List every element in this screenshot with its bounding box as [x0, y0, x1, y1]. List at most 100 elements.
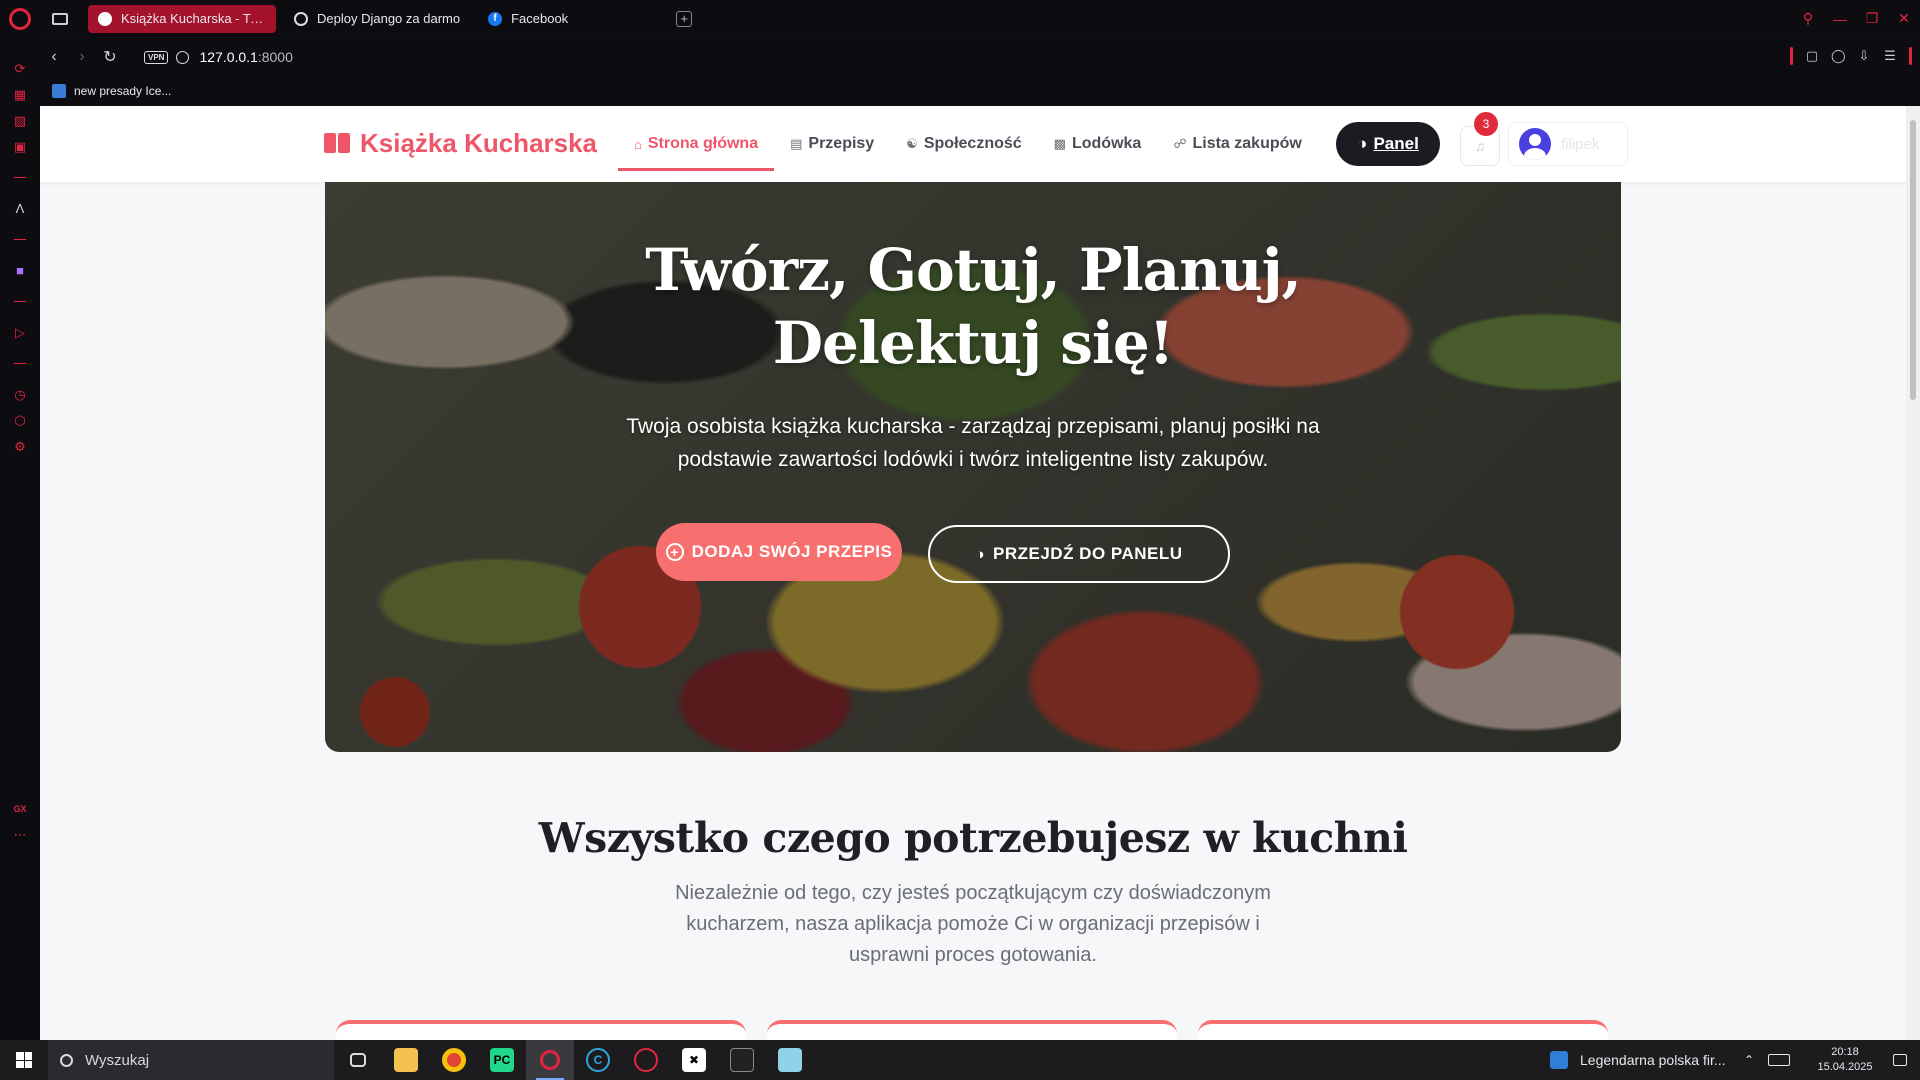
go-to-panel-label: PRZEJDŹ DO PANELU [993, 544, 1183, 563]
aria-icon[interactable]: ⟳ [12, 61, 28, 77]
workspaces-icon[interactable] [52, 12, 68, 25]
chrome-icon [442, 1048, 466, 1072]
news-widget[interactable]: Legendarna polska fir... [1550, 1040, 1726, 1080]
history-icon[interactable]: ◷ [12, 387, 28, 403]
browser-tab-bar: Książka Kucharska - Twoja Deploy Django … [0, 0, 1920, 37]
back-button[interactable]: ‹ [40, 48, 68, 66]
book-icon: ▤ [790, 136, 803, 151]
search-placeholder: Wyszukaj [85, 1051, 150, 1069]
download-icon[interactable]: ⇩ [1857, 48, 1871, 64]
url-field[interactable]: 127.0.0.1:8000 [199, 49, 292, 65]
nav-przepisy[interactable]: ▤ Przepisy [774, 106, 890, 182]
taskbar-cursor[interactable]: C [574, 1040, 622, 1080]
search-icon [60, 1053, 73, 1067]
features-subtitle: Niezależnie od tego, czy jesteś początku… [675, 882, 1271, 966]
new-tab-button[interactable]: + [676, 10, 693, 27]
scrollbar-thumb[interactable] [1910, 120, 1916, 400]
vpn-badge[interactable]: VPN [144, 50, 169, 64]
taskbar-app-red[interactable] [622, 1040, 670, 1080]
extensions-cube-icon[interactable]: ▢ [1805, 48, 1819, 64]
browser-sidebar: ⟳ ▦ ▧ ▣ Λ ■ ▷ ◷ ⬡ ⚙ GX ⋯ [0, 37, 40, 1040]
page-scrollbar[interactable] [1906, 106, 1920, 1040]
messenger-icon[interactable]: ▣ [12, 139, 28, 155]
address-bar: ‹ › ↻ VPN 127.0.0.1:8000 ▢ ◯ ⇩ ☰ [40, 38, 1920, 76]
site-brand[interactable]: Książka Kucharska [324, 128, 597, 159]
feature-card [767, 1020, 1177, 1040]
user-menu[interactable]: filipek [1508, 122, 1628, 166]
sidebar-divider [14, 301, 26, 302]
accent-bar [1909, 47, 1912, 65]
folder-icon [394, 1048, 418, 1072]
task-view-button[interactable] [334, 1040, 382, 1080]
nav-lodowka[interactable]: ▩ Lodówka [1038, 106, 1158, 182]
forward-button[interactable]: › [68, 48, 96, 66]
globe-icon [98, 11, 112, 26]
nav-label: Lodówka [1071, 135, 1142, 152]
panel-button[interactable]: ◑ Panel [1336, 122, 1440, 166]
nav-lista-zakupow[interactable]: ☍ Lista zakupów [1157, 106, 1318, 182]
tab-deploy-django[interactable]: Deploy Django za darmo [284, 5, 470, 33]
bookmark-item[interactable]: new presady Ice... [74, 84, 171, 98]
shopping-icon[interactable]: ▦ [12, 87, 28, 103]
taskbar-chrome[interactable] [430, 1040, 478, 1080]
taskbar-search[interactable]: Wyszukaj [48, 1040, 334, 1080]
taskbar-capcut[interactable]: ✖ [670, 1040, 718, 1080]
easy-setup-icon[interactable]: ☰ [1883, 48, 1897, 64]
chevron-up-icon[interactable]: ⌃ [1744, 1053, 1754, 1067]
app-red-icon [634, 1048, 658, 1072]
search-tabs-icon[interactable]: ⚲ [1792, 10, 1824, 27]
tab-label: Facebook [511, 11, 569, 26]
taskbar-file-explorer[interactable] [382, 1040, 430, 1080]
close-button[interactable]: ✕ [1888, 10, 1920, 27]
epic-games-icon [730, 1048, 754, 1072]
windows-logo-icon [16, 1052, 32, 1068]
go-to-panel-button[interactable]: ◑ PRZEJDŹ DO PANELU [928, 525, 1230, 583]
more-icon[interactable]: ⋯ [12, 827, 28, 843]
globe-icon [294, 11, 308, 26]
taskbar-epic[interactable] [718, 1040, 766, 1080]
sidebar-divider [14, 363, 26, 364]
nav-spolecznosc[interactable]: ☯ Społeczność [890, 106, 1037, 182]
profile-icon[interactable]: ◯ [1831, 48, 1846, 64]
tab-label: Deploy Django za darmo [317, 11, 461, 26]
minimize-button[interactable]: — [1824, 11, 1856, 27]
pinboard-icon[interactable]: ▧ [12, 113, 28, 129]
keyboard-icon[interactable] [1768, 1054, 1790, 1066]
player-icon[interactable]: ▷ [12, 325, 28, 341]
plus-circle-icon: + [665, 543, 684, 561]
settings-gear-icon[interactable]: ⚙ [12, 439, 28, 455]
dashboard-icon: ◑ [975, 545, 985, 563]
notes-icon [778, 1048, 802, 1072]
notification-center-button[interactable] [1880, 1040, 1920, 1080]
nav-strona-glowna[interactable]: ⌂ Strona główna [618, 106, 775, 182]
basket-icon: ▩ [1053, 136, 1066, 151]
hero-title-line: Twórz, Gotuj, Planuj, [645, 236, 1302, 304]
chatgpt-icon[interactable]: Λ [12, 201, 28, 217]
restore-button[interactable]: ❐ [1856, 10, 1888, 27]
twitch-icon[interactable]: ■ [12, 263, 28, 279]
web-page: Książka Kucharska ⌂ Strona główna ▤ Prze… [40, 106, 1906, 1040]
taskbar-opera-gx[interactable] [526, 1040, 574, 1080]
reload-button[interactable]: ↻ [96, 47, 124, 67]
tab-ksiazka-kucharska[interactable]: Książka Kucharska - Twoja [88, 4, 276, 33]
username: filipek [1561, 135, 1600, 153]
gx-icon[interactable]: GX [12, 801, 28, 817]
nav-label: Społeczność [923, 135, 1022, 152]
clock[interactable]: 20:18 15.04.2025 [1810, 1045, 1880, 1075]
hero-title-line: Delektuj się! [772, 309, 1175, 377]
feature-card [336, 1020, 746, 1040]
site-info-icon[interactable] [176, 50, 190, 64]
panel-label: Panel [1373, 134, 1419, 153]
tab-facebook[interactable]: f Facebook [478, 5, 578, 33]
taskbar-notes[interactable] [766, 1040, 814, 1080]
extensions-icon[interactable]: ⬡ [12, 413, 28, 429]
windows-taskbar: Wyszukaj PC C ✖ Legendarna polska fir...… [0, 1040, 1920, 1080]
add-recipe-button[interactable]: + DODAJ SWÓJ PRZEPIS [656, 523, 902, 581]
window-controls: ⚲ — ❐ ✕ [1792, 0, 1920, 37]
bookmarks-bar: new presady Ice... [40, 76, 1920, 106]
opera-logo-icon[interactable] [9, 7, 31, 30]
start-button[interactable] [0, 1040, 48, 1080]
pycharm-icon: PC [490, 1048, 514, 1072]
c-app-icon: C [586, 1048, 610, 1072]
taskbar-pycharm[interactable]: PC [478, 1040, 526, 1080]
